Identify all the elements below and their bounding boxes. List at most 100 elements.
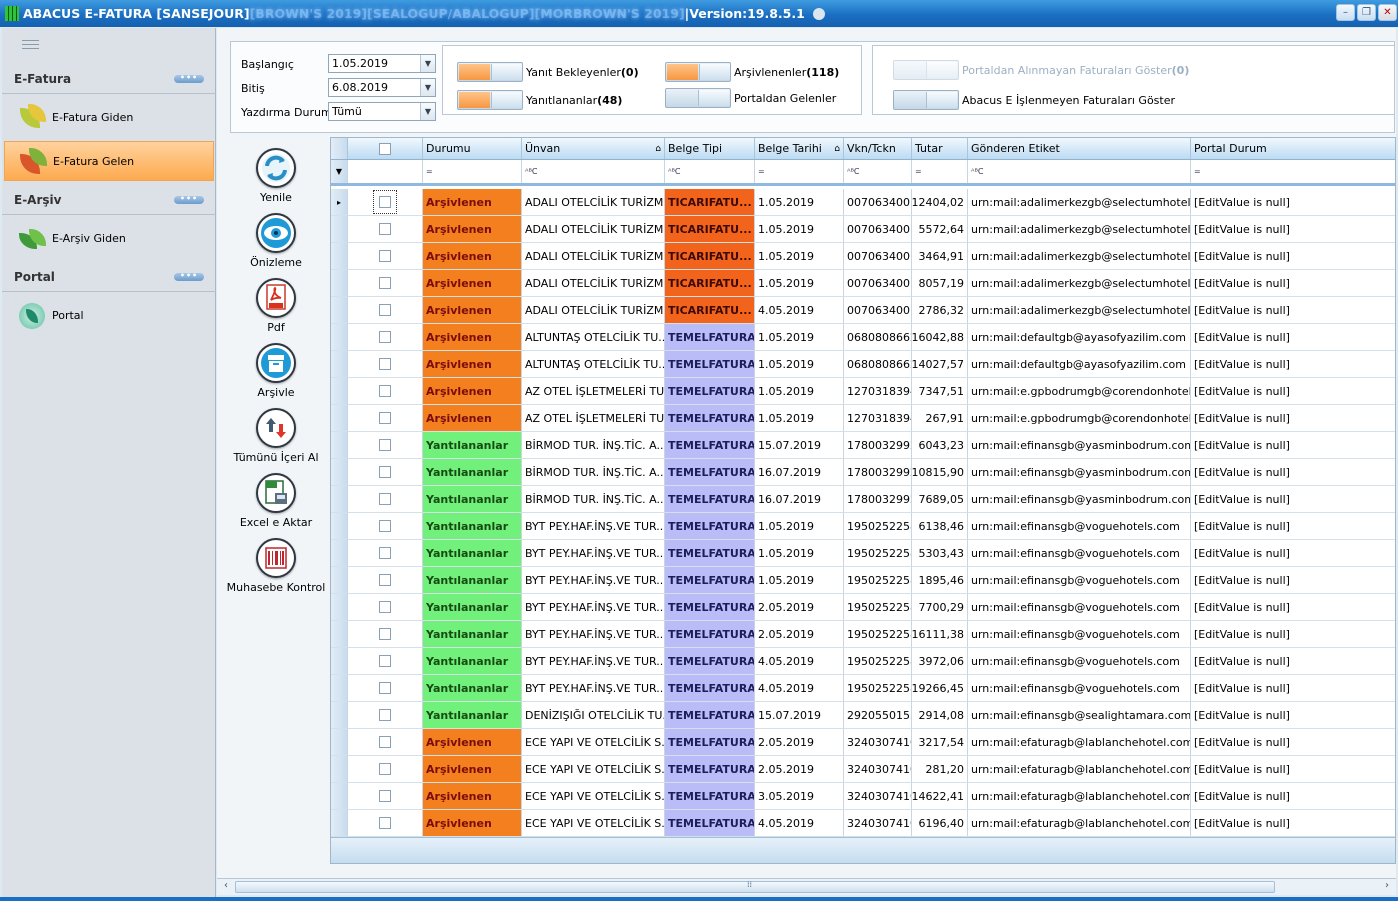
row-indicator[interactable] xyxy=(331,594,348,621)
import-all-button[interactable]: Tümünü İçeri Al xyxy=(217,408,335,464)
row-checkbox[interactable] xyxy=(379,439,391,451)
table-row[interactable]: Yantılananlar BYT PEY.HAF.İNŞ.VE TUR... TE… xyxy=(331,540,1395,567)
row-indicator[interactable] xyxy=(331,729,348,756)
row-checkbox[interactable] xyxy=(379,331,391,343)
row-checkbox[interactable] xyxy=(379,277,391,289)
filter-cell-belge-tipi[interactable]: ᴬᴮC xyxy=(665,160,755,183)
nav-item-earsiv-giden[interactable]: E-Arşiv Giden xyxy=(4,218,214,258)
nav-item-portal[interactable]: Portal xyxy=(4,295,214,335)
nav-group-efatura[interactable]: E-Fatura ••• xyxy=(2,64,216,94)
filter-cell-vkn[interactable]: ᴬᴮC xyxy=(844,160,912,183)
table-row[interactable]: Yantılananlar BİRMOD TUR. İNŞ.TİC. A... TE… xyxy=(331,486,1395,513)
row-checkbox[interactable] xyxy=(379,817,391,829)
table-row[interactable]: Yantılananlar BYT PEY.HAF.İNŞ.VE TUR... TE… xyxy=(331,648,1395,675)
archive-button[interactable]: Arşivle xyxy=(217,343,335,399)
row-indicator[interactable] xyxy=(331,324,348,351)
filter-cell-belge-tarihi[interactable]: = xyxy=(755,160,844,183)
row-indicator[interactable] xyxy=(331,810,348,837)
column-header-vkn[interactable]: Vkn/Tckn xyxy=(844,138,912,159)
column-header-portal-durum[interactable]: Portal Durum xyxy=(1191,138,1395,159)
row-indicator[interactable] xyxy=(331,297,348,324)
table-row[interactable]: Arşivlenen AZ OTEL İŞLETMELERİ TU... TEMEL… xyxy=(331,405,1395,432)
filter-cell-portal-durum[interactable]: = xyxy=(1191,160,1395,183)
filter-cell-tutar[interactable]: = xyxy=(912,160,968,183)
filter-cell-durumu[interactable]: = xyxy=(423,160,522,183)
pending-toggle[interactable] xyxy=(457,62,523,82)
row-checkbox[interactable] xyxy=(379,493,391,505)
row-indicator[interactable] xyxy=(331,513,348,540)
chevron-down-icon[interactable]: ▼ xyxy=(420,103,435,120)
row-indicator[interactable] xyxy=(331,432,348,459)
row-checkbox[interactable] xyxy=(379,466,391,478)
table-row[interactable]: Yantılananlar BYT PEY.HAF.İNŞ.VE TUR... TE… xyxy=(331,675,1395,702)
row-indicator[interactable] xyxy=(331,270,348,297)
row-checkbox[interactable] xyxy=(379,385,391,397)
table-row[interactable]: Yantılananlar BYT PEY.HAF.İNŞ.VE TUR... TE… xyxy=(331,567,1395,594)
nav-item-efatura-giden[interactable]: E-Fatura Giden xyxy=(4,97,214,137)
row-indicator[interactable] xyxy=(331,216,348,243)
row-checkbox[interactable] xyxy=(379,547,391,559)
scroll-left-icon[interactable]: ‹ xyxy=(219,880,233,894)
table-row[interactable]: Yantılananlar DENİZIŞIĞI OTELCİLİK TU... T… xyxy=(331,702,1395,729)
refresh-button[interactable]: Yenile xyxy=(217,148,335,204)
column-header-tutar[interactable]: Tutar xyxy=(912,138,968,159)
row-indicator[interactable] xyxy=(331,405,348,432)
hamburger-menu-icon[interactable] xyxy=(22,40,39,49)
pdf-button[interactable]: Pdf xyxy=(217,278,335,334)
row-checkbox[interactable] xyxy=(379,304,391,316)
table-row[interactable]: Arşivlenen ECE YAPI VE OTELCİLİK S... TEME… xyxy=(331,810,1395,837)
filter-cell-select[interactable] xyxy=(348,160,423,183)
row-indicator[interactable]: ▸ xyxy=(331,189,348,216)
minimize-button[interactable]: – xyxy=(1336,4,1355,21)
table-row[interactable]: Arşivlenen ALTUNTAŞ OTELCİLİK TU... TEMELF… xyxy=(331,351,1395,378)
row-checkbox[interactable] xyxy=(379,655,391,667)
row-indicator[interactable] xyxy=(331,675,348,702)
more-options-icon[interactable]: ••• xyxy=(174,195,204,204)
more-options-icon[interactable]: ••• xyxy=(174,272,204,281)
row-indicator[interactable] xyxy=(331,378,348,405)
chevron-down-icon[interactable]: ▼ xyxy=(420,55,435,72)
row-checkbox[interactable] xyxy=(379,601,391,613)
table-row[interactable]: Arşivlenen ADALI OTELCİLİK TURİZM... TICAR… xyxy=(331,297,1395,324)
column-header-gonderen-etiket[interactable]: Gönderen Etiket xyxy=(968,138,1191,159)
row-indicator[interactable] xyxy=(331,540,348,567)
row-checkbox[interactable] xyxy=(379,412,391,424)
column-header-belge-tarihi[interactable]: Belge Tarihi ⌂ xyxy=(755,138,844,159)
row-indicator[interactable] xyxy=(331,243,348,270)
row-checkbox[interactable] xyxy=(379,736,391,748)
table-row[interactable]: Yantılananlar BYT PEY.HAF.İNŞ.VE TUR... TE… xyxy=(331,621,1395,648)
table-row[interactable]: Yantılananlar BİRMOD TUR. İNŞ.TİC. A... TE… xyxy=(331,459,1395,486)
table-row[interactable]: Arşivlenen ADALI OTELCİLİK TURİZM... TICAR… xyxy=(331,270,1395,297)
table-row[interactable]: Arşivlenen ECE YAPI VE OTELCİLİK S... TEME… xyxy=(331,729,1395,756)
table-row[interactable]: Arşivlenen ECE YAPI VE OTELCİLİK S... TEME… xyxy=(331,756,1395,783)
table-row[interactable]: Arşivlenen ALTUNTAŞ OTELCİLİK TU... TEMELF… xyxy=(331,324,1395,351)
column-header-belge-tipi[interactable]: Belge Tipi xyxy=(665,138,755,159)
row-indicator[interactable] xyxy=(331,486,348,513)
table-row[interactable]: ▸ Arşivlenen ADALI OTELCİLİK TURİZM... TICA… xyxy=(331,189,1395,216)
nav-group-earsiv[interactable]: E-Arşiv ••• xyxy=(2,185,216,215)
horizontal-scrollbar[interactable]: ‹ ⁞⁞ › xyxy=(217,878,1396,895)
row-indicator[interactable] xyxy=(331,702,348,729)
table-row[interactable]: Arşivlenen AZ OTEL İŞLETMELERİ TU... TEMEL… xyxy=(331,378,1395,405)
maximize-button[interactable]: ❐ xyxy=(1357,4,1376,21)
archived-toggle[interactable] xyxy=(665,62,731,82)
end-date-picker[interactable]: 6.08.2019 ▼ xyxy=(328,78,436,97)
table-row[interactable]: Arşivlenen ADALI OTELCİLİK TURİZM... TICAR… xyxy=(331,243,1395,270)
accounting-check-button[interactable]: Muhasebe Kontrol xyxy=(217,538,335,594)
close-button[interactable]: ✕ xyxy=(1378,4,1397,21)
row-checkbox[interactable] xyxy=(373,190,397,214)
row-indicator[interactable] xyxy=(331,648,348,675)
excel-export-button[interactable]: Excel e Aktar xyxy=(217,473,335,529)
row-indicator[interactable] xyxy=(331,756,348,783)
row-indicator[interactable] xyxy=(331,783,348,810)
print-status-select[interactable]: Tümü ▼ xyxy=(328,102,436,121)
scrollbar-thumb[interactable] xyxy=(235,881,1275,893)
answered-toggle[interactable] xyxy=(457,90,523,110)
nav-group-portal[interactable]: Portal ••• xyxy=(2,262,216,292)
row-indicator[interactable] xyxy=(331,459,348,486)
portal-incoming-toggle[interactable] xyxy=(665,88,731,108)
row-indicator[interactable] xyxy=(331,621,348,648)
row-checkbox[interactable] xyxy=(379,520,391,532)
column-header-durumu[interactable]: Durumu xyxy=(423,138,522,159)
row-checkbox[interactable] xyxy=(379,628,391,640)
